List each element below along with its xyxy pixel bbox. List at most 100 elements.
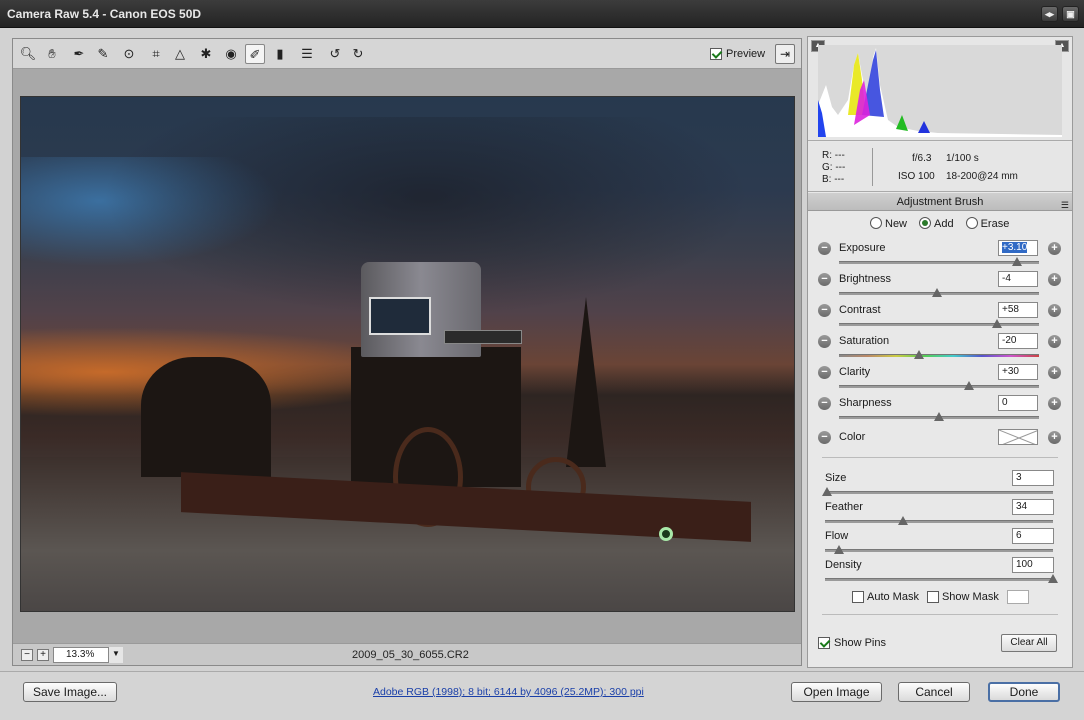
- rotate-cw-icon[interactable]: ↻: [348, 44, 368, 64]
- flow-slider[interactable]: [825, 545, 1053, 554]
- feather-slider[interactable]: [825, 516, 1053, 525]
- road-sign: [444, 330, 522, 344]
- zoom-in-button[interactable]: +: [37, 649, 49, 661]
- density-field[interactable]: 100: [1012, 557, 1054, 573]
- feather-value: 34: [1016, 501, 1028, 512]
- adjustment-brush-icon[interactable]: ✐: [245, 44, 265, 64]
- minus-icon[interactable]: −: [818, 366, 831, 379]
- sharpness-field[interactable]: 0: [998, 395, 1038, 411]
- brightness-slider[interactable]: [839, 288, 1039, 297]
- zoom-tool-icon[interactable]: 🔍︎: [18, 44, 38, 64]
- dialog-footer: Save Image... Adobe RGB (1998); 8 bit; 6…: [0, 671, 1084, 720]
- radio-new[interactable]: [870, 217, 882, 229]
- minus-icon[interactable]: −: [818, 397, 831, 410]
- slider-thumb[interactable]: [914, 350, 924, 359]
- rotate-ccw-icon[interactable]: ↺: [325, 44, 345, 64]
- slider-thumb[interactable]: [1012, 257, 1022, 266]
- slider-thumb[interactable]: [833, 545, 844, 554]
- spot-removal-icon[interactable]: ✱: [196, 44, 216, 64]
- rgb-readout: R: --- G: --- B: ---: [822, 150, 845, 186]
- auto-mask-toggle[interactable]: Auto Mask: [852, 591, 919, 603]
- panel-menu-icon[interactable]: ☰: [1061, 196, 1069, 214]
- target-adjustment-icon[interactable]: ⊙: [119, 44, 139, 64]
- plus-icon[interactable]: +: [1048, 242, 1061, 255]
- clarity-field[interactable]: +30: [998, 364, 1038, 380]
- saturation-slider[interactable]: [839, 350, 1039, 359]
- auto-mask-checkbox[interactable]: [852, 591, 864, 603]
- radio-erase[interactable]: [965, 217, 978, 229]
- save-image-button[interactable]: Save Image...: [23, 682, 117, 702]
- done-button[interactable]: Done: [988, 682, 1060, 702]
- color-sampler-icon[interactable]: ✎︎: [93, 44, 113, 64]
- mode-erase[interactable]: Erase: [965, 217, 1009, 230]
- show-mask-checkbox[interactable]: [926, 591, 939, 603]
- exposure-field[interactable]: +3.10: [998, 240, 1038, 256]
- saturation-field[interactable]: -20: [998, 333, 1038, 349]
- exposure-slider[interactable]: [839, 257, 1039, 266]
- brightness-field[interactable]: -4: [998, 271, 1038, 287]
- density-slider[interactable]: [825, 574, 1058, 583]
- show-pins-checkbox[interactable]: [818, 637, 830, 649]
- clarity-slider[interactable]: [839, 381, 1039, 390]
- sharpness-slider[interactable]: [839, 412, 1039, 421]
- plus-icon[interactable]: +: [1048, 366, 1061, 379]
- minus-icon[interactable]: −: [818, 242, 831, 255]
- show-mask-toggle[interactable]: Show Mask: [926, 591, 999, 603]
- slider-thumb[interactable]: [897, 516, 908, 525]
- chevron-down-icon[interactable]: ▼: [108, 647, 123, 663]
- mode-new[interactable]: New: [870, 217, 907, 230]
- show-pins-toggle[interactable]: Show Pins: [818, 637, 886, 649]
- minus-icon[interactable]: −: [818, 431, 831, 444]
- plus-icon[interactable]: +: [1048, 304, 1061, 317]
- radio-add[interactable]: [919, 217, 932, 229]
- mask-color-swatch[interactable]: [1006, 590, 1029, 604]
- file-name: 2009_05_30_6055.CR2: [352, 649, 469, 661]
- size-field[interactable]: 3: [1012, 470, 1054, 486]
- open-image-button[interactable]: Open Image: [791, 682, 882, 702]
- hand-tool-icon[interactable]: ✋︎: [42, 44, 62, 64]
- red-eye-icon[interactable]: ◉: [221, 44, 241, 64]
- image-area: 🔍︎ ✋︎ ✒︎ ✎︎ ⊙ ⌗ △ ✱ ◉ ✐ ▮ ☰ ↺ ↻ Preview …: [12, 38, 802, 666]
- zoom-level-value: 13.3%: [66, 649, 95, 660]
- straighten-icon[interactable]: △: [170, 44, 190, 64]
- fullscreen-icon[interactable]: ⇥: [775, 44, 795, 64]
- preferences-icon[interactable]: ☰: [297, 44, 317, 64]
- cancel-button[interactable]: Cancel: [898, 682, 970, 702]
- contrast-slider[interactable]: [839, 319, 1039, 328]
- clear-all-button[interactable]: Clear All: [1001, 634, 1057, 652]
- feather-field[interactable]: 34: [1012, 499, 1054, 515]
- plus-icon[interactable]: +: [1048, 397, 1061, 410]
- contrast-field[interactable]: +58: [998, 302, 1038, 318]
- sharpness-label: Sharpness: [839, 397, 892, 409]
- minus-icon[interactable]: −: [818, 335, 831, 348]
- white-balance-tool-icon[interactable]: ✒︎: [69, 44, 89, 64]
- camera-raw-dialog: 🔍︎ ✋︎ ✒︎ ✎︎ ⊙ ⌗ △ ✱ ◉ ✐ ▮ ☰ ↺ ↻ Preview …: [0, 28, 1084, 720]
- density-label: Density: [825, 559, 862, 571]
- slider-thumb[interactable]: [822, 487, 833, 496]
- slider-thumb[interactable]: [932, 288, 942, 297]
- slider-thumb[interactable]: [992, 319, 1002, 328]
- exposure-control: − Exposure +3.10 +: [808, 240, 1072, 270]
- size-slider[interactable]: [822, 487, 1053, 496]
- flow-field[interactable]: 6: [1012, 528, 1054, 544]
- slider-thumb[interactable]: [1048, 574, 1058, 583]
- adjustment-pin[interactable]: [659, 527, 673, 541]
- crop-icon[interactable]: ⌗: [146, 44, 166, 64]
- slider-thumb[interactable]: [964, 381, 974, 390]
- plus-icon[interactable]: +: [1048, 431, 1061, 444]
- minus-icon[interactable]: −: [818, 273, 831, 286]
- photo-preview[interactable]: [20, 96, 795, 612]
- slider-thumb[interactable]: [934, 412, 944, 421]
- preview-checkbox[interactable]: [710, 48, 722, 60]
- minus-icon[interactable]: −: [818, 304, 831, 317]
- zoom-out-button[interactable]: −: [21, 649, 33, 661]
- maximize-icon[interactable]: ▣: [1062, 6, 1079, 22]
- preview-toggle[interactable]: Preview: [710, 46, 765, 62]
- switch-mode-icon[interactable]: ◂▸: [1041, 6, 1058, 22]
- mode-add[interactable]: Add: [919, 217, 954, 230]
- color-swatch[interactable]: [998, 429, 1038, 445]
- plus-icon[interactable]: +: [1048, 273, 1061, 286]
- graduated-filter-icon[interactable]: ▮: [270, 44, 290, 64]
- plus-icon[interactable]: +: [1048, 335, 1061, 348]
- workflow-options-link[interactable]: Adobe RGB (1998); 8 bit; 6144 by 4096 (2…: [373, 686, 644, 698]
